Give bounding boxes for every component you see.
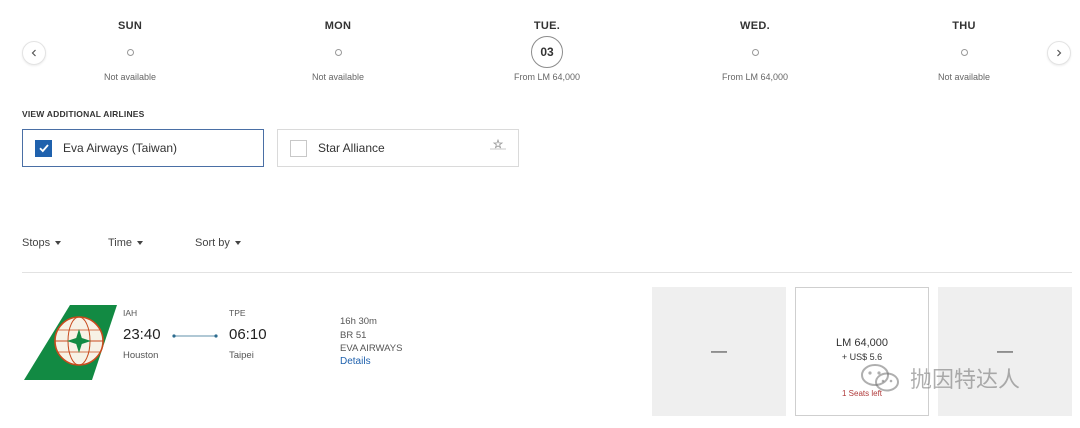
origin-city: Houston [123, 350, 159, 361]
day-status: Not available [103, 72, 157, 82]
airline-option-eva[interactable]: Eva Airways (Taiwan) [22, 129, 264, 167]
fare-unavailable-dash: — [997, 342, 1013, 360]
time-filter-label: Time [108, 237, 133, 249]
day-status: From LM 64,000 [721, 72, 789, 82]
day-dot [751, 48, 759, 56]
fare-price: LM 64,000 [836, 337, 888, 349]
flight-duration: 16h 30m [340, 316, 377, 327]
day-name: SUN [117, 20, 143, 32]
day-name: WED. [740, 20, 770, 32]
day-mon[interactable]: MON Not available [268, 19, 408, 83]
carrier-name: EVA AIRWAYS [340, 343, 403, 354]
results-divider [22, 272, 1072, 273]
sort-by-dropdown[interactable]: Sort by [195, 237, 241, 249]
destination-city: Taipei [229, 350, 254, 361]
next-dates-button[interactable] [1047, 41, 1071, 65]
fare-option-unavailable: — [652, 287, 786, 416]
previous-dates-button[interactable] [22, 41, 46, 65]
origin-code: IAH [123, 308, 138, 318]
day-wed[interactable]: WED. From LM 64,000 [685, 19, 825, 83]
caret-down-icon [55, 241, 62, 245]
day-thu[interactable]: THU Not available [894, 19, 1034, 83]
day-dot [334, 48, 342, 56]
day-dot [960, 48, 968, 56]
airline-option-label: Star Alliance [318, 141, 385, 155]
stops-filter[interactable]: Stops [22, 237, 62, 249]
wechat-icon [861, 364, 899, 392]
day-tue-selected[interactable]: TUE. 03 From LM 64,000 [477, 19, 617, 83]
eva-checkbox[interactable] [35, 139, 52, 157]
day-name: MON [324, 20, 352, 32]
day-sun[interactable]: SUN Not available [60, 19, 200, 83]
airline-option-label: Eva Airways (Taiwan) [63, 141, 178, 155]
selected-date-circle: 03 [531, 36, 563, 68]
fare-tax: + US$ 5.6 [841, 352, 883, 362]
additional-airlines-heading: VIEW ADDITIONAL AIRLINES [22, 109, 145, 119]
fare-option-economy[interactable]: LM 64,000 + US$ 5.6 1 Seats left [795, 287, 929, 416]
day-status: Not available [311, 72, 365, 82]
departure-time: 23:40 [123, 326, 161, 343]
watermark-text: 抛因特达人 [910, 368, 1021, 393]
fare-option-unavailable: — [938, 287, 1072, 416]
chevron-left-icon [31, 49, 36, 57]
watermark: 抛因特达人 [860, 362, 1020, 394]
day-name: TUE. [533, 20, 561, 32]
fare-unavailable-dash: — [711, 342, 727, 360]
time-filter[interactable]: Time [108, 237, 144, 249]
airline-option-star-alliance[interactable]: Star Alliance [277, 129, 519, 167]
star-alliance-logo-icon [490, 138, 506, 150]
star-alliance-checkbox[interactable] [290, 139, 307, 157]
arrival-time: 06:10 [229, 326, 267, 343]
day-dot [126, 48, 134, 56]
details-link[interactable]: Details [340, 356, 371, 367]
day-status: Not available [937, 72, 991, 82]
sort-by-label: Sort by [195, 237, 230, 249]
caret-down-icon [234, 241, 241, 245]
route-line [172, 334, 218, 338]
day-status: From LM 64,000 [513, 72, 581, 82]
chevron-right-icon [1057, 49, 1062, 57]
day-name: THU [952, 20, 976, 32]
eva-air-tail-logo [24, 305, 117, 380]
stops-filter-label: Stops [22, 237, 51, 249]
checkmark-icon [38, 144, 49, 153]
destination-code: TPE [229, 308, 246, 318]
flight-number: BR 51 [340, 330, 367, 341]
caret-down-icon [137, 241, 144, 245]
